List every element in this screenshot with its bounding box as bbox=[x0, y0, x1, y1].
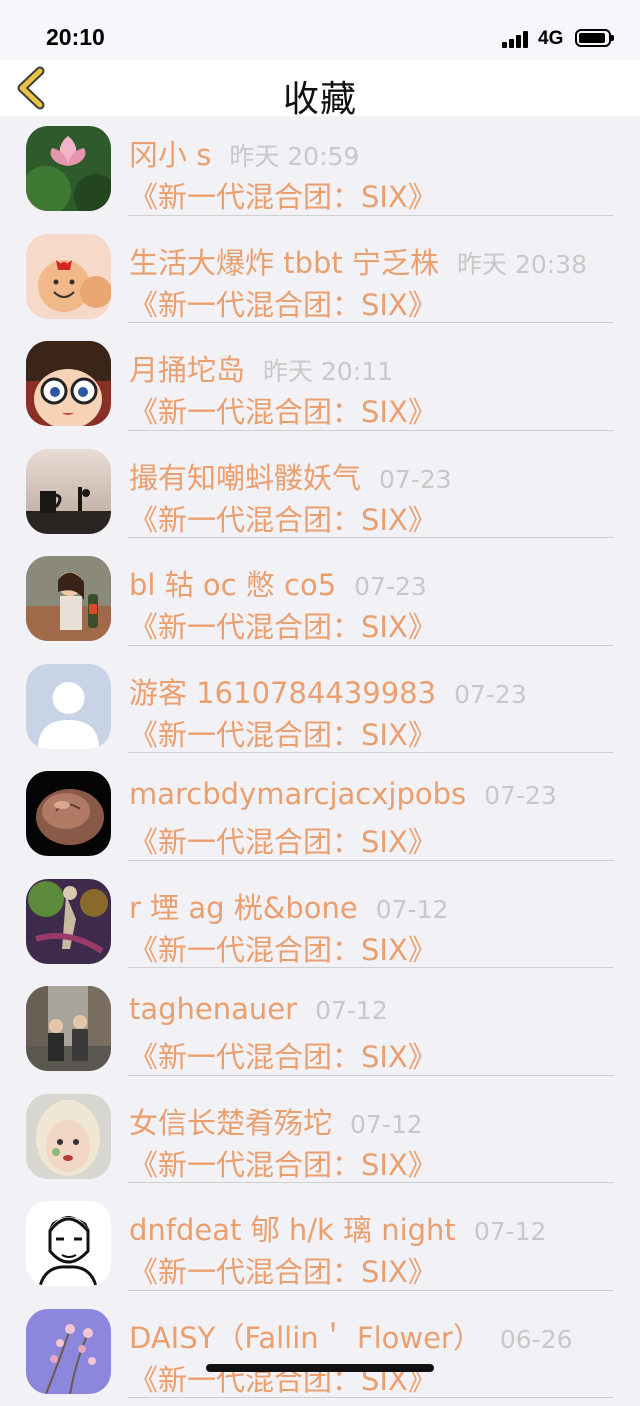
page-title: 收藏 bbox=[0, 70, 640, 122]
content-title: 《新一代混合团：SIX》 bbox=[129, 1249, 437, 1291]
avatar[interactable] bbox=[26, 1309, 111, 1394]
signal-icon bbox=[502, 30, 532, 48]
avatar[interactable] bbox=[26, 126, 111, 211]
divider bbox=[128, 537, 614, 538]
avatar[interactable] bbox=[26, 664, 111, 749]
list-item[interactable]: marcbdymarcjacxjpobs 07-23 《新一代混合团：SIX》 bbox=[0, 761, 640, 869]
user-name: r 堙 ag 桄&bone bbox=[129, 891, 358, 925]
user-name: marcbdymarcjacxjpobs bbox=[129, 777, 466, 811]
user-name: bl 轱 oc 憋 co5 bbox=[129, 568, 336, 602]
avatar[interactable] bbox=[26, 771, 111, 856]
avatar[interactable] bbox=[26, 341, 111, 426]
list-item[interactable]: 冈小 s 昨天 20:59 《新一代混合团：SIX》 bbox=[0, 116, 640, 224]
avatar[interactable] bbox=[26, 1094, 111, 1179]
content-title: 《新一代混合团：SIX》 bbox=[129, 604, 437, 646]
status-time: 20:10 bbox=[46, 24, 105, 51]
user-name: dnfdeat 郇 h/k 璃 night bbox=[129, 1213, 456, 1247]
list-item[interactable]: DAISY（Fallin＇ Flower） 06-26 《新一代混合团：SIX》 bbox=[0, 1299, 640, 1406]
timestamp: 07-23 bbox=[454, 680, 527, 709]
user-name: 游客 1610784439983 bbox=[129, 676, 436, 710]
divider bbox=[128, 967, 614, 968]
divider bbox=[128, 1182, 614, 1183]
user-name: 冈小 s bbox=[129, 138, 211, 172]
user-name: DAISY（Fallin＇ Flower） bbox=[129, 1321, 482, 1355]
content-title: 《新一代混合团：SIX》 bbox=[129, 174, 437, 216]
user-name: 女信长楚肴殇坨 bbox=[129, 1106, 332, 1140]
list-item[interactable]: dnfdeat 郇 h/k 璃 night 07-12 《新一代混合团：SIX》 bbox=[0, 1191, 640, 1299]
list-item[interactable]: 撮有知嘲蚪髅妖气 07-23 《新一代混合团：SIX》 bbox=[0, 439, 640, 547]
list-item[interactable]: 游客 1610784439983 07-23 《新一代混合团：SIX》 bbox=[0, 654, 640, 762]
user-name: 撮有知嘲蚪髅妖气 bbox=[129, 461, 361, 495]
divider bbox=[128, 752, 614, 753]
divider bbox=[128, 645, 614, 646]
timestamp: 07-12 bbox=[315, 996, 388, 1025]
timestamp: 07-12 bbox=[376, 895, 449, 924]
divider bbox=[128, 215, 614, 216]
content-title: 《新一代混合团：SIX》 bbox=[129, 282, 437, 324]
divider bbox=[128, 322, 614, 323]
timestamp: 07-12 bbox=[474, 1217, 547, 1246]
avatar[interactable] bbox=[26, 879, 111, 964]
battery-icon bbox=[575, 29, 611, 47]
user-name: taghenauer bbox=[129, 992, 297, 1026]
content-title: 《新一代混合团：SIX》 bbox=[129, 927, 437, 969]
avatar[interactable] bbox=[26, 556, 111, 641]
timestamp: 昨天 20:38 bbox=[457, 250, 587, 279]
list-item[interactable]: r 堙 ag 桄&bone 07-12 《新一代混合团：SIX》 bbox=[0, 869, 640, 977]
divider bbox=[128, 1397, 614, 1398]
content-title: 《新一代混合团：SIX》 bbox=[129, 389, 437, 431]
list-item[interactable]: taghenauer 07-12 《新一代混合团：SIX》 bbox=[0, 976, 640, 1084]
home-indicator[interactable] bbox=[206, 1364, 434, 1372]
timestamp: 06-26 bbox=[500, 1325, 573, 1354]
divider bbox=[128, 1290, 614, 1291]
user-name: 月捅坨岛 bbox=[129, 353, 245, 387]
timestamp: 昨天 20:59 bbox=[229, 142, 359, 171]
divider bbox=[128, 860, 614, 861]
list-item[interactable]: 女信长楚肴殇坨 07-12 《新一代混合团：SIX》 bbox=[0, 1084, 640, 1192]
list-item[interactable]: 生活大爆炸 tbbt 宁乏株昨天 20:38 《新一代混合团：SIX》 bbox=[0, 224, 640, 332]
content-title: 《新一代混合团：SIX》 bbox=[129, 497, 437, 539]
content-title: 《新一代混合团：SIX》 bbox=[129, 1034, 437, 1076]
timestamp: 昨天 20:11 bbox=[263, 357, 393, 386]
timestamp: 07-23 bbox=[379, 465, 452, 494]
content-title: 《新一代混合团：SIX》 bbox=[129, 1357, 437, 1399]
content-title: 《新一代混合团：SIX》 bbox=[129, 819, 437, 861]
network-type: 4G bbox=[538, 28, 563, 50]
timestamp: 07-23 bbox=[354, 572, 427, 601]
avatar[interactable] bbox=[26, 1201, 111, 1286]
avatar[interactable] bbox=[26, 234, 111, 319]
avatar[interactable] bbox=[26, 986, 111, 1071]
list-item[interactable]: bl 轱 oc 憋 co5 07-23 《新一代混合团：SIX》 bbox=[0, 546, 640, 654]
status-bar: 20:10 4G bbox=[0, 0, 640, 60]
timestamp: 07-12 bbox=[350, 1110, 423, 1139]
divider bbox=[128, 430, 614, 431]
list-item[interactable]: 月捅坨岛昨天 20:11 《新一代混合团：SIX》 bbox=[0, 331, 640, 439]
user-name: 生活大爆炸 tbbt 宁乏株 bbox=[129, 246, 439, 280]
content-title: 《新一代混合团：SIX》 bbox=[129, 1142, 437, 1184]
favorites-list: 冈小 s 昨天 20:59 《新一代混合团：SIX》 生活大爆炸 tbbt 宁乏株… bbox=[0, 116, 640, 1406]
timestamp: 07-23 bbox=[484, 781, 557, 810]
navigation-bar: 收藏 bbox=[0, 60, 640, 116]
content-title: 《新一代混合团：SIX》 bbox=[129, 712, 437, 754]
avatar[interactable] bbox=[26, 449, 111, 534]
divider bbox=[128, 1075, 614, 1076]
